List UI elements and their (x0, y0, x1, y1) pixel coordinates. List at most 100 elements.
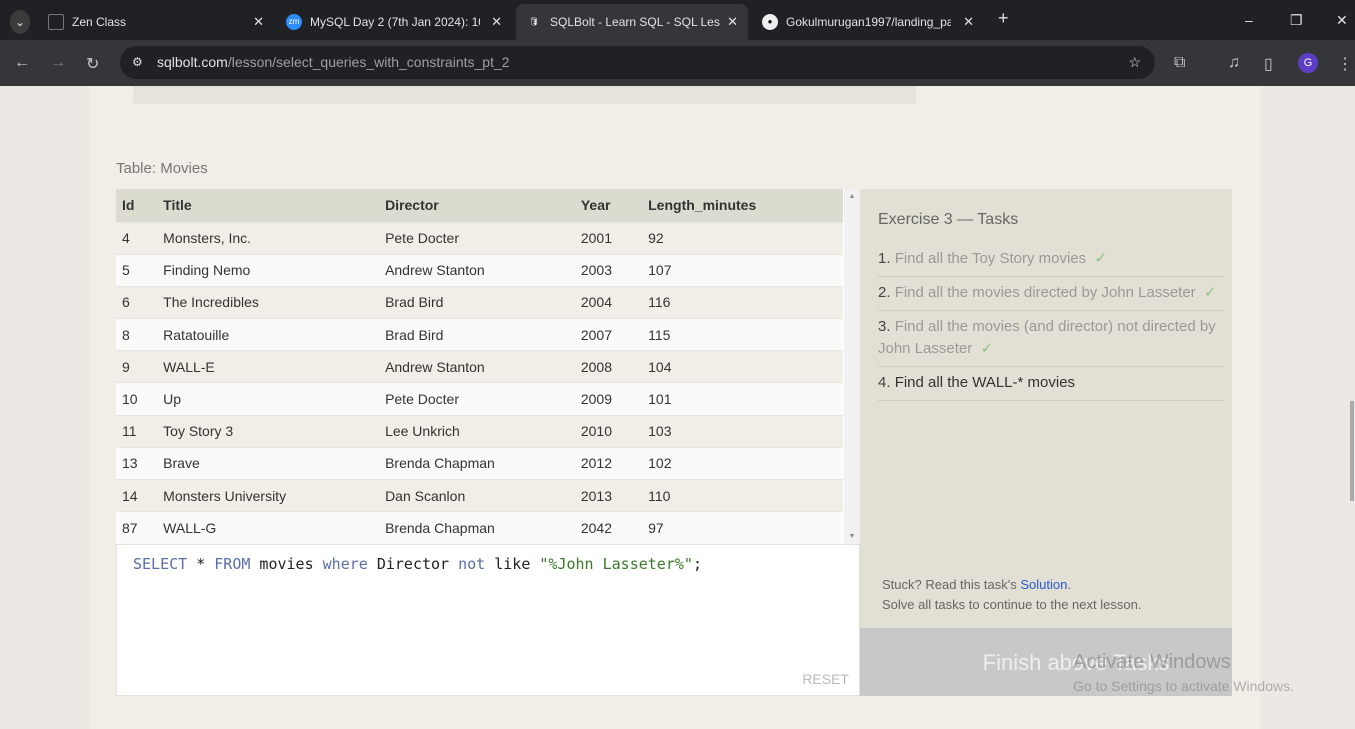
results-table-container: Id Title Director Year Length_minutes 4 Monst… (116, 189, 860, 544)
check-icon: ✓ (1094, 250, 1108, 267)
table-label: Table: Movies (116, 160, 208, 177)
github-icon: ● (762, 14, 778, 30)
stuck-suffix: . (1067, 577, 1071, 592)
finish-tasks-button[interactable]: Finish above Tasks (860, 628, 1232, 696)
table-row: 8 Ratatouille Brad Bird 2007 115 (116, 318, 843, 351)
site-info-icon[interactable]: ⚙ (132, 46, 143, 79)
sql-query-text[interactable]: SELECT * FROM movies where Director not … (133, 555, 702, 573)
table-cell: 103 (642, 414, 843, 448)
database-icon: 🛢 (528, 17, 540, 26)
table-cell: 102 (642, 446, 843, 480)
table-row: 6 The Incredibles Brad Bird 2004 116 (116, 285, 843, 319)
table-cell: Toy Story 3 (157, 414, 380, 448)
table-cell: Up (157, 382, 380, 416)
check-icon: ✓ (980, 340, 994, 357)
close-tab-icon[interactable]: ✕ (253, 14, 264, 30)
table-row: 9 WALL-E Andrew Stanton 2008 104 (116, 350, 843, 383)
task-number: 4. (878, 374, 891, 391)
continue-note: Solve all tasks to continue to the next … (882, 597, 1142, 612)
table-cell: WALL-G (157, 511, 380, 544)
bookmark-star-icon[interactable]: ☆ (1128, 46, 1141, 79)
task-list: 1. Find all the Toy Story movies ✓ 2. Fin… (878, 243, 1224, 401)
solution-link[interactable]: Solution (1020, 577, 1067, 592)
table-cell: Brenda Chapman (379, 446, 575, 480)
table-scrollbar[interactable]: ▲ ▼ (844, 189, 860, 544)
table-row: 5 Finding Nemo Andrew Stanton 2003 107 (116, 253, 843, 287)
avatar[interactable]: G (1298, 53, 1318, 73)
lesson-page: Table: Movies Id Title Director Year Length_… (90, 86, 1260, 729)
task-item: 2. Find all the movies directed by John … (878, 277, 1224, 311)
forward-icon[interactable]: → (50, 54, 66, 72)
table-cell: 9 (116, 350, 158, 383)
reload-icon[interactable]: ↻ (86, 54, 99, 74)
tab-title: Zen Class (72, 15, 127, 29)
movies-table: Id Title Director Year Length_minutes 4 Monst… (116, 189, 843, 544)
reset-button[interactable]: RESET (802, 671, 849, 687)
sql-token: SELECT (133, 555, 188, 573)
table-cell: 2003 (574, 253, 643, 287)
back-icon[interactable]: ← (14, 54, 30, 72)
table-row: 87 WALL-G Brenda Chapman 2042 97 (116, 511, 843, 544)
tab-search-button[interactable]: ⌄ (0, 4, 40, 40)
menu-icon[interactable]: ⋮ (1337, 54, 1353, 74)
close-tab-icon[interactable]: ✕ (963, 14, 974, 30)
table-cell: 2007 (574, 318, 643, 351)
table-cell: 4 (116, 221, 158, 255)
task-item: 4. Find all the WALL-* movies (878, 367, 1224, 401)
sql-token: Director (367, 555, 459, 573)
restore-icon[interactable]: ❐ (1290, 12, 1303, 29)
chevron-down-icon: ⌄ (10, 10, 30, 34)
table-cell: 13 (116, 446, 158, 480)
close-tab-icon[interactable]: ✕ (727, 14, 738, 30)
table-cell: 10 (116, 382, 158, 416)
close-tab-icon[interactable]: ✕ (491, 14, 502, 30)
table-cell: Andrew Stanton (379, 253, 575, 287)
table-row: 4 Monsters, Inc. Pete Docter 2001 92 (116, 221, 843, 255)
table-cell: Pete Docter (379, 382, 575, 416)
help-text: Stuck? Read this task's Solution. Solve … (882, 575, 1141, 615)
new-tab-icon[interactable]: + (998, 8, 1009, 29)
tab-title: MySQL Day 2 (7th Jan 2024): 10 (310, 15, 480, 29)
table-cell: Finding Nemo (157, 253, 380, 287)
table-cell: 2004 (574, 285, 643, 319)
table-cell: Ratatouille (157, 318, 380, 351)
table-cell: Monsters, Inc. (157, 221, 380, 255)
media-control-icon[interactable]: ♫ (1228, 54, 1240, 72)
tab-sqlbolt[interactable]: 🛢 SQLBolt - Learn SQL - SQL Lesso ✕ (516, 4, 748, 40)
table-cell: Brad Bird (379, 285, 575, 319)
minimize-icon[interactable]: – (1245, 12, 1253, 28)
table-cell: Brenda Chapman (379, 511, 575, 544)
extensions-icon[interactable]: ⧉ (1174, 54, 1185, 72)
table-cell: 14 (116, 478, 158, 512)
check-icon: ✓ (1204, 284, 1217, 301)
sql-token: ; (692, 555, 702, 573)
table-cell: 2008 (574, 350, 643, 383)
column-header: Year (574, 189, 643, 222)
table-cell: 104 (642, 350, 843, 383)
task-text: Find all the movies directed by John Las… (894, 284, 1196, 301)
task-item: 3. Find all the movies (and director) no… (878, 311, 1224, 367)
tab-github[interactable]: ● Gokulmurugan1997/landing_pa ✕ (752, 4, 984, 40)
table-row: 13 Brave Brenda Chapman 2012 102 (116, 446, 843, 480)
tab-mysql-day2[interactable]: zm MySQL Day 2 (7th Jan 2024): 10 ✕ (276, 4, 512, 40)
table-cell: 8 (116, 318, 158, 351)
table-cell: 2009 (574, 382, 643, 416)
sql-token: FROM (214, 555, 251, 573)
tasks-panel: Exercise 3 — Tasks 1. Find all the Toy S… (860, 189, 1232, 696)
lesson-text-box (133, 86, 916, 104)
close-window-icon[interactable]: ✕ (1336, 12, 1348, 29)
zoom-icon: zm (286, 14, 302, 30)
sql-token: * (187, 555, 215, 573)
column-header: Director (379, 189, 575, 222)
task-number: 2. (878, 284, 891, 301)
table-cell: 87 (116, 511, 158, 544)
table-cell: WALL-E (157, 350, 380, 383)
url-input[interactable]: ⚙ sqlbolt.com/lesson/select_queries_with_… (120, 46, 1155, 79)
sql-editor[interactable]: SELECT * FROM movies where Director not … (116, 544, 860, 696)
table-row: 14 Monsters University Dan Scanlon 2013 110 (116, 478, 843, 512)
table-cell: 2012 (574, 446, 643, 480)
sql-token: where (322, 555, 368, 573)
tab-zen-class[interactable]: Zen Class ✕ (38, 4, 274, 40)
side-panel-icon[interactable]: ▯ (1264, 54, 1273, 74)
page-scrollbar[interactable] (1350, 86, 1355, 729)
